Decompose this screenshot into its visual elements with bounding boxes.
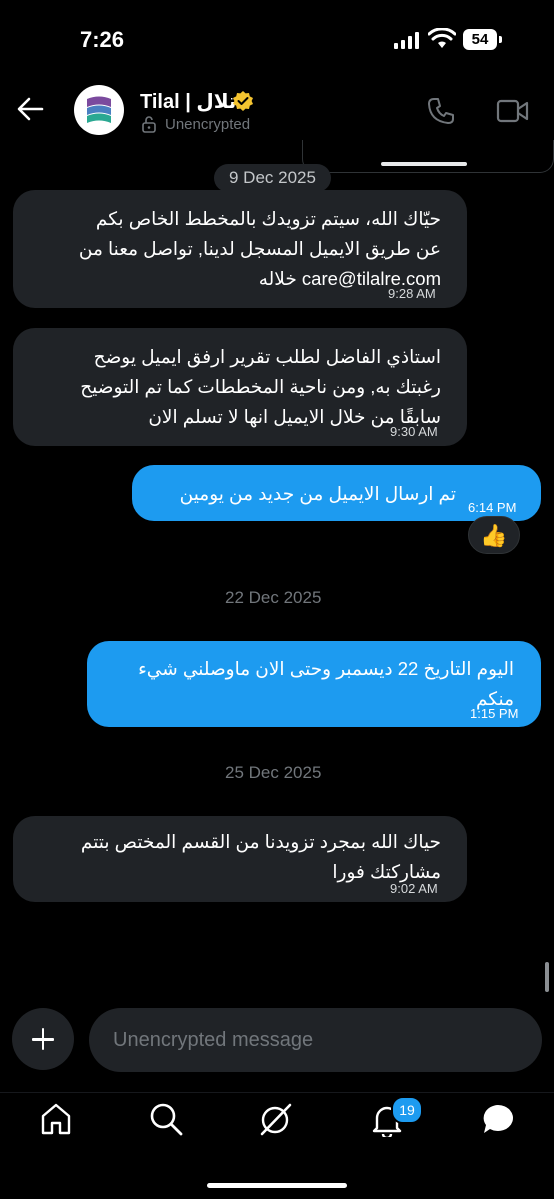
message-input[interactable] xyxy=(89,1008,542,1072)
home-indicator xyxy=(207,1183,347,1188)
scrolled-message-fragment xyxy=(302,140,554,173)
message-bubble-outgoing[interactable]: تم ارسال الايميل من جديد من يومين 6:14 P… xyxy=(132,465,541,521)
scrollbar[interactable] xyxy=(545,962,549,992)
message-bubble-incoming[interactable]: حياك الله بمجرد تزويدنا من القسم المختص … xyxy=(13,816,467,902)
status-bar: 7:26 54 xyxy=(0,0,554,80)
search-icon[interactable] xyxy=(148,1101,184,1137)
grok-icon[interactable] xyxy=(258,1101,294,1137)
verified-badge-icon xyxy=(233,91,253,111)
message-time: 1:15 PM xyxy=(470,706,519,721)
bottom-tab-bar xyxy=(0,1092,554,1153)
battery-tip xyxy=(499,36,502,43)
add-attachment-button[interactable] xyxy=(12,1008,74,1070)
message-bubble-incoming[interactable]: استاذي الفاضل لطلب تقرير ارفق ايميل يوضح… xyxy=(13,328,467,446)
cellular-signal-icon xyxy=(394,31,420,49)
date-separator: 22 Dec 2025 xyxy=(225,588,322,607)
message-text: اليوم التاريخ 22 ديسمبر وحتى الان ماوصلن… xyxy=(138,658,514,709)
message-text: استاذي الفاضل لطلب تقرير ارفق ايميل يوضح… xyxy=(80,346,441,427)
message-text: حياك الله بمجرد تزويدنا من القسم المختص … xyxy=(80,831,441,882)
wifi-icon xyxy=(428,28,456,48)
back-arrow-icon[interactable] xyxy=(16,96,44,122)
message-text: تم ارسال الايميل من جديد من يومين xyxy=(179,483,456,504)
message-text: حيّاك الله، سيتم تزويدك بالمخطط الخاص بك… xyxy=(78,208,441,289)
fragment-bar xyxy=(381,162,467,166)
tilal-logo-icon xyxy=(87,96,111,123)
message-time: 9:02 AM xyxy=(390,881,438,896)
message-bubble-outgoing[interactable]: اليوم التاريخ 22 ديسمبر وحتى الان ماوصلن… xyxy=(87,641,541,727)
avatar[interactable] xyxy=(74,85,124,135)
conversation-header: Tilal | تلال Unencrypted xyxy=(0,78,554,146)
reaction-thumbs-up[interactable]: 👍 xyxy=(468,516,520,554)
home-icon[interactable] xyxy=(38,1101,74,1137)
clock: 7:26 xyxy=(80,27,125,52)
date-separator: 9 Dec 2025 xyxy=(214,164,331,192)
messages-icon[interactable] xyxy=(480,1101,516,1137)
battery-indicator: 54 xyxy=(463,29,497,50)
date-separator: 25 Dec 2025 xyxy=(225,763,322,782)
contact-name[interactable]: Tilal | تلال xyxy=(140,89,236,114)
lock-icon xyxy=(142,116,156,133)
message-time: 9:30 AM xyxy=(390,424,438,439)
message-bubble-incoming[interactable]: حيّاك الله، سيتم تزويدك بالمخطط الخاص بك… xyxy=(13,190,467,308)
encryption-status: Unencrypted xyxy=(165,116,251,133)
notifications-badge: 19 xyxy=(391,1096,423,1124)
phone-call-icon[interactable] xyxy=(426,96,456,126)
video-call-icon[interactable] xyxy=(496,98,530,124)
message-time: 9:28 AM xyxy=(388,286,436,301)
